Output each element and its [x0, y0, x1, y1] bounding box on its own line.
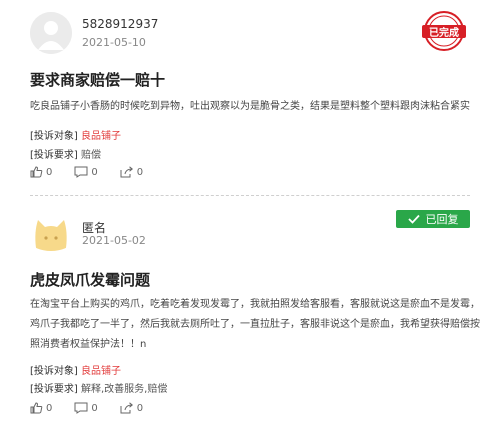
avatar[interactable] — [30, 12, 72, 54]
post-body: 在淘宝平台上购买的鸡爪，吃着吃着发现发霉了，我就拍照发给客服看，客服就说这是瘀血… — [30, 295, 480, 355]
username[interactable]: 5828912937 — [82, 17, 158, 31]
post-date: 2021-05-02 — [82, 234, 146, 247]
post-title[interactable]: 要求商家赔偿一赔十 — [30, 69, 165, 90]
thumbs-up-icon — [30, 166, 43, 178]
complaint-target-link[interactable]: 良品铺子 — [81, 131, 121, 142]
thumbs-up-icon — [30, 402, 43, 414]
complaint-request-line: [投诉要求] 解释,改善服务,赔偿 — [30, 380, 167, 395]
post-body-line: 照消费者权益保护法！！n — [30, 339, 147, 350]
post-date: 2021-05-10 — [82, 36, 146, 49]
complaint-target-link[interactable]: 良品铺子 — [81, 366, 121, 377]
comment-button[interactable]: 0 — [74, 402, 98, 414]
complaint-post: 匿名 2021-05-02 已回复 虎皮凤爪发霉问题 在淘宝平台上购买的鸡爪，吃… — [0, 200, 500, 426]
replied-badge: 已回复 — [396, 210, 470, 228]
complaint-target-label: [投诉对象] — [30, 131, 78, 142]
share-count: 0 — [136, 166, 144, 178]
share-icon — [120, 402, 133, 414]
like-button[interactable]: 0 — [30, 402, 52, 414]
post-body: 吃良品铺子小香肠的时候吃到异物，吐出观察以为是脆骨之类，结果是塑料整个塑料跟肉沫… — [30, 101, 470, 112]
comment-count: 0 — [91, 402, 98, 414]
share-button[interactable]: 0 — [120, 402, 143, 414]
share-button[interactable]: 0 — [120, 166, 143, 178]
post-divider — [30, 195, 470, 196]
replied-badge-label: 已回复 — [425, 213, 459, 226]
complaint-request-value: 解释,改善服务,赔偿 — [81, 384, 168, 395]
comment-button[interactable]: 0 — [74, 166, 98, 178]
post-actions: 0 0 0 — [30, 402, 165, 414]
default-avatar-icon — [30, 12, 72, 54]
check-icon — [407, 214, 420, 224]
comment-count: 0 — [91, 166, 98, 178]
complaint-post: 5828912937 2021-05-10 已完成 要求商家赔偿一赔十 吃良品铺… — [0, 0, 500, 200]
share-count: 0 — [136, 402, 144, 414]
share-icon — [120, 166, 133, 178]
post-title[interactable]: 虎皮凤爪发霉问题 — [30, 269, 150, 290]
comment-icon — [74, 402, 88, 414]
like-count: 0 — [46, 402, 53, 414]
post-body-line: 在淘宝平台上购买的鸡爪，吃着吃着发现发霉了，我就拍照发给客服看，客服就说这是瘀血… — [30, 299, 480, 310]
stamp-label: 已完成 — [429, 28, 459, 39]
complaint-target-line: [投诉对象] 良品铺子 — [30, 362, 121, 377]
complaint-request-label: [投诉要求] — [30, 150, 78, 161]
avatar[interactable] — [30, 212, 72, 254]
complaint-request-line: [投诉要求] 赔偿 — [30, 146, 101, 161]
post-actions: 0 0 0 — [30, 166, 165, 178]
complaint-request-label: [投诉要求] — [30, 384, 78, 395]
complaint-request-value: 赔偿 — [81, 150, 101, 161]
completed-stamp: 已完成 — [418, 10, 470, 52]
complaint-target-label: [投诉对象] — [30, 366, 78, 377]
like-button[interactable]: 0 — [30, 166, 52, 178]
post-body-line: 鸡爪子我都吃了一半了，然后我就去厕所吐了，一直拉肚子，客服非说这个是瘀血，我希望… — [30, 319, 480, 330]
like-count: 0 — [46, 166, 53, 178]
complaint-target-line: [投诉对象] 良品铺子 — [30, 127, 121, 142]
anonymous-cat-avatar-icon — [35, 220, 67, 251]
comment-icon — [74, 166, 88, 178]
